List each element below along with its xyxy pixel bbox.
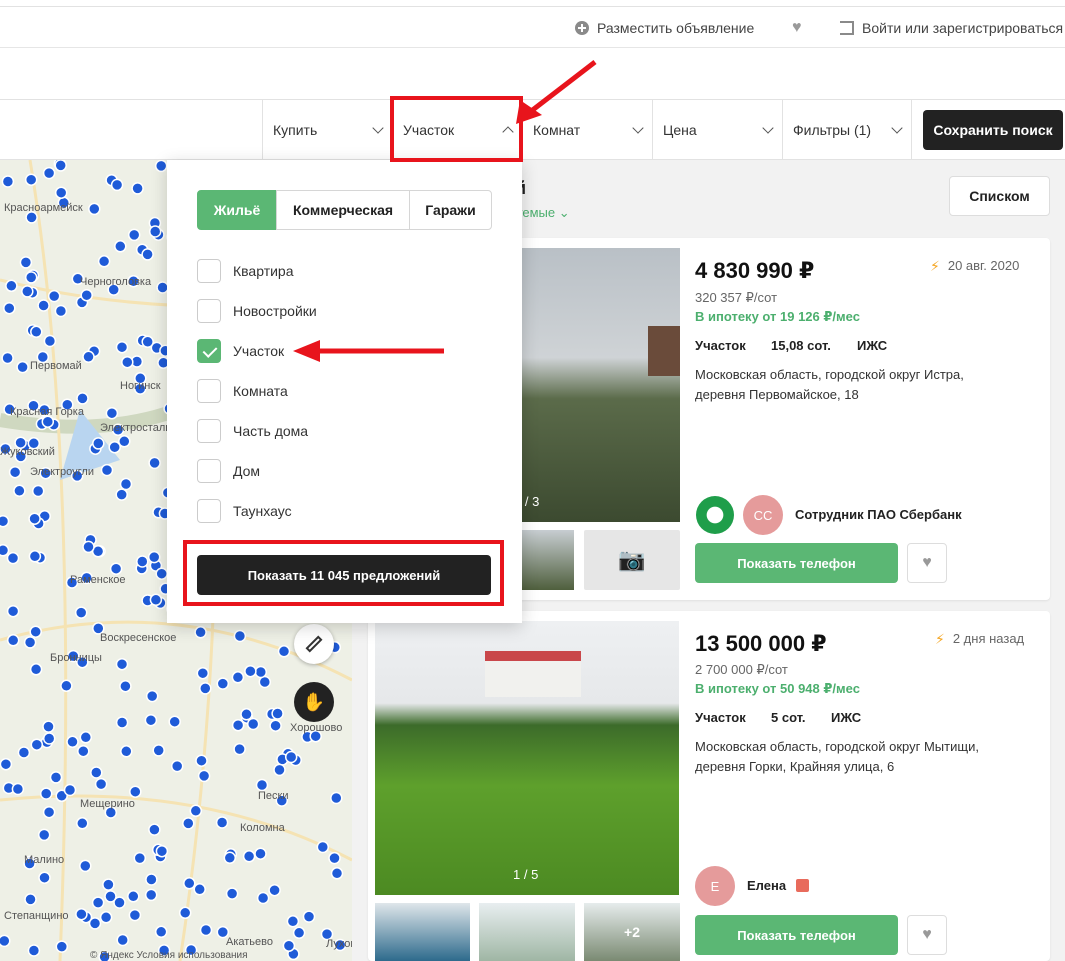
annotation-arrows: [293, 60, 597, 362]
arrow-head-icon: [293, 340, 320, 362]
annotation-arrow-top: [528, 60, 597, 114]
